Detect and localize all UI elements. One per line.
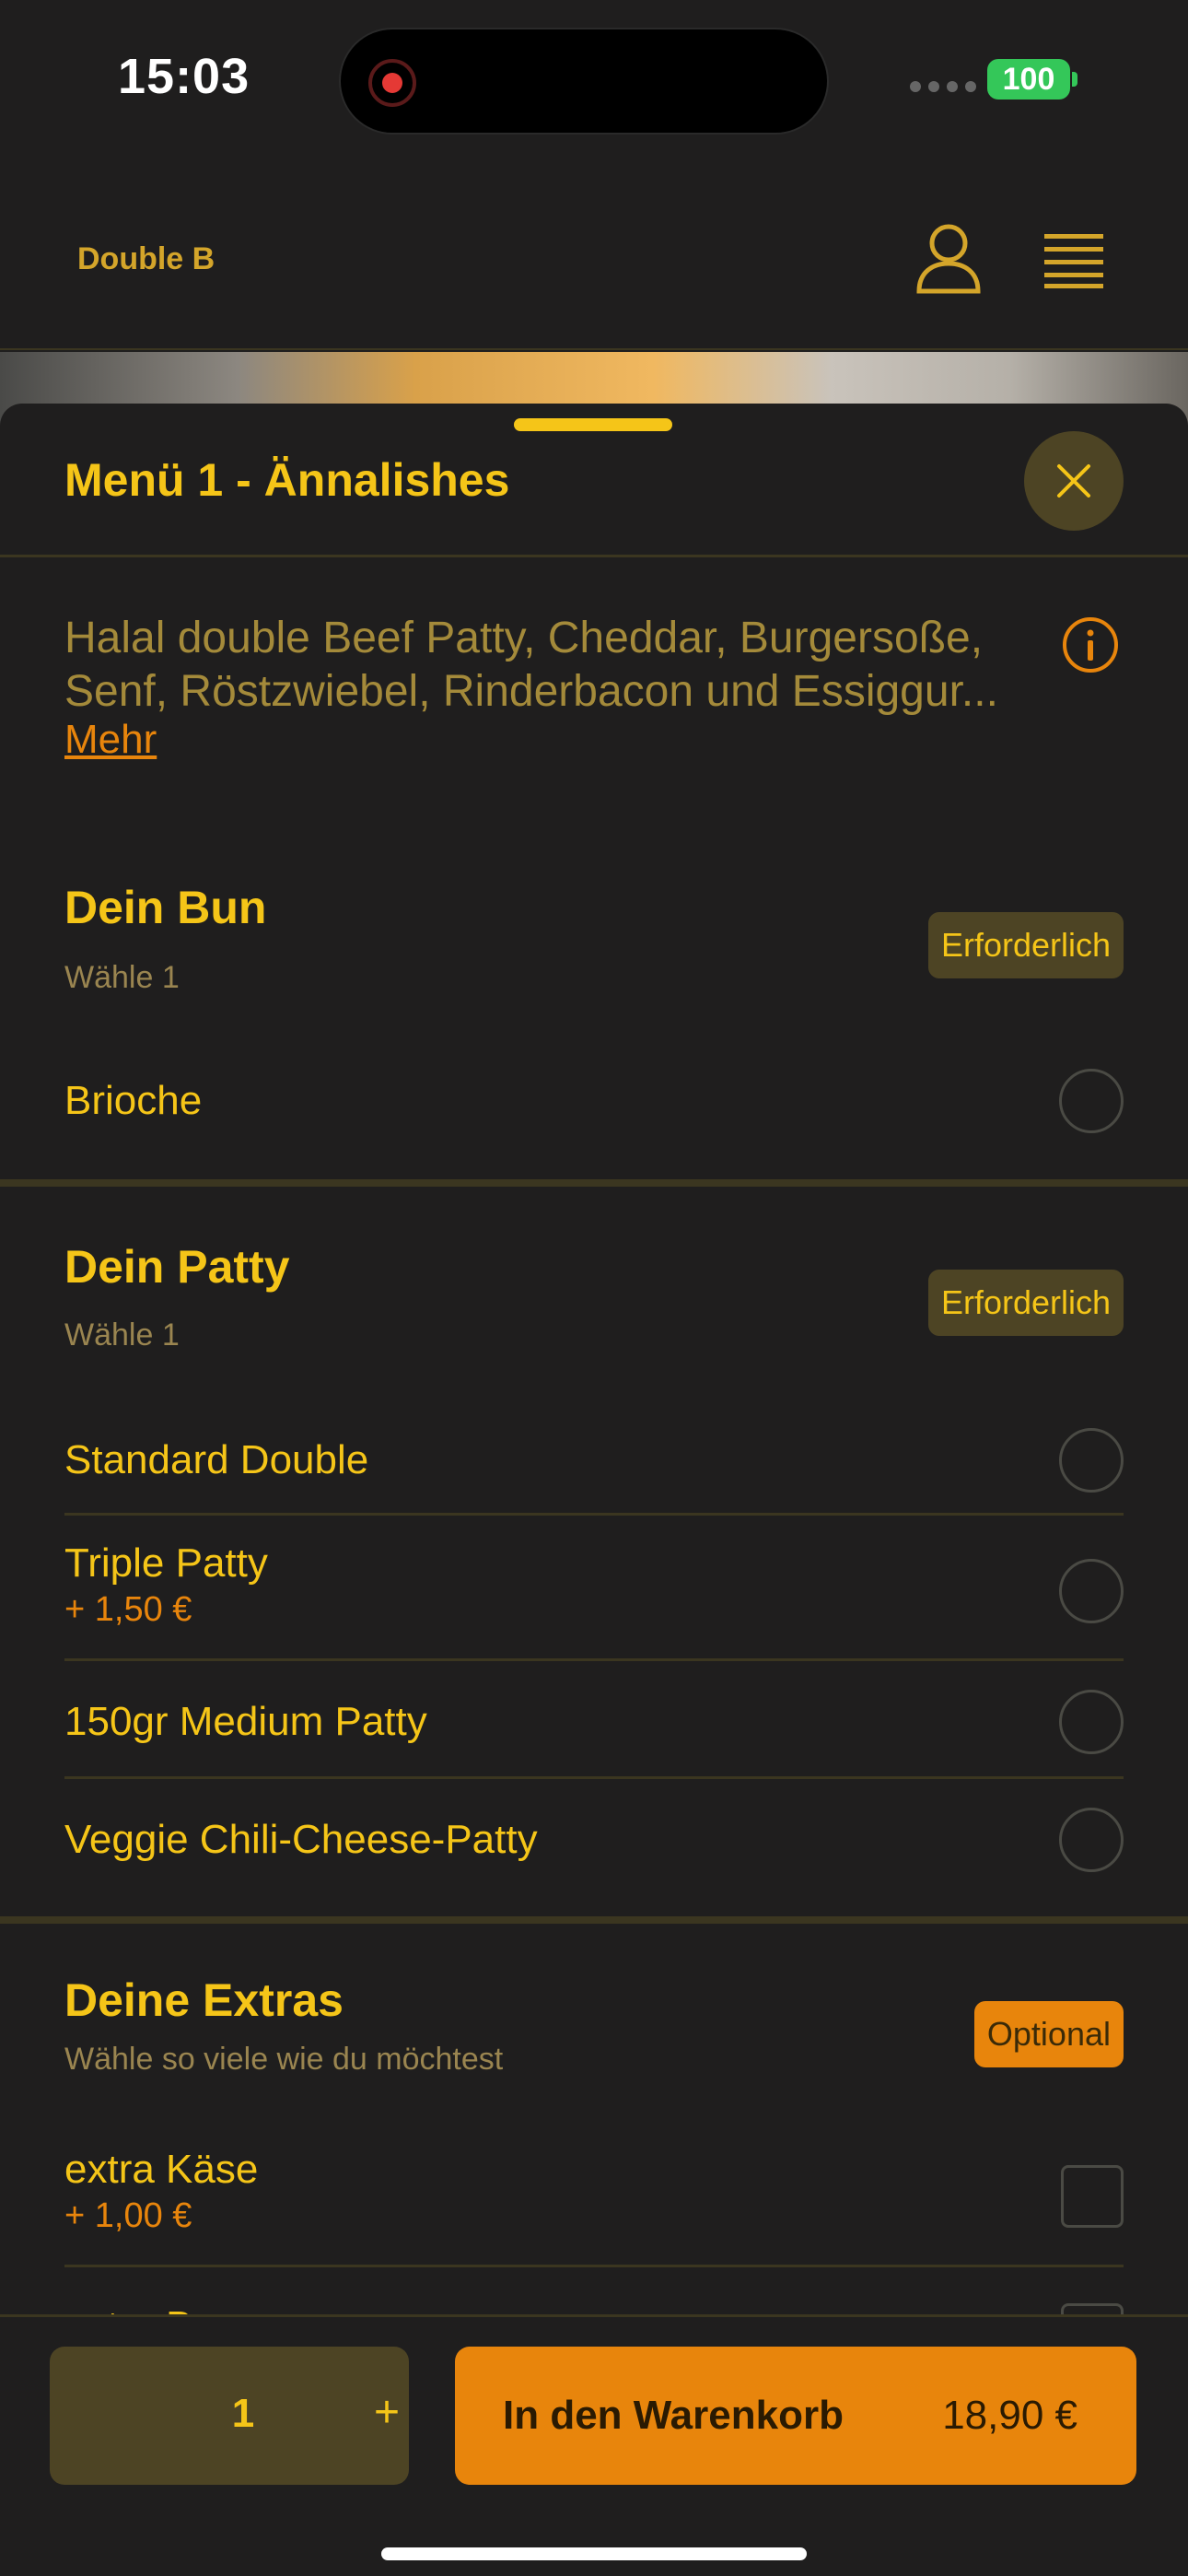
quantity-plus-button[interactable]: + [359,2387,414,2438]
status-bar: 15:03 100 [0,0,1188,157]
option-label: Triple Patty [64,1540,268,1586]
required-badge: Erforderlich [927,912,1124,978]
product-sheet: Menü 1 - Ännalishes Halal double Beef Pa… [0,404,1188,2576]
option-price: + 1,50 € [64,1590,192,1629]
info-icon[interactable] [1061,615,1120,674]
description-text: Halal double Beef Patty, Cheddar, Burger… [64,614,998,716]
cart-total: 18,90 € [942,2393,1077,2438]
option-triple-patty[interactable]: Triple Patty + 1,50 € [64,1540,1124,1642]
add-to-cart-label: In den Warenkorb [503,2393,844,2438]
sheet-title: Menü 1 - Ännalishes [64,454,510,506]
battery-tip [1072,72,1077,87]
hamburger-menu-icon[interactable] [1041,230,1107,289]
group-subtitle-patty: Wähle 1 [64,1317,180,1352]
divider [0,555,1188,557]
recording-icon [368,59,416,107]
radio-button[interactable] [1059,1559,1124,1623]
quantity-value: 1 [231,2391,255,2436]
option-label: Brioche [64,1078,203,1123]
close-button[interactable] [1024,431,1124,531]
group-subtitle-bun: Wähle 1 [64,960,180,995]
option-label: extra Käse [64,2147,259,2192]
more-link[interactable]: Mehr [64,717,157,763]
option-label: Veggie Chili-Cheese-Patty [64,1817,538,1862]
group-title-extras: Deine Extras [64,1974,344,2026]
radio-button[interactable] [1059,1808,1124,1872]
bottom-bar: 1 + In den Warenkorb 18,90 € [0,2314,1188,2576]
option-label: 150gr Medium Patty [64,1699,427,1744]
add-to-cart-button[interactable]: In den Warenkorb 18,90 € [455,2347,1136,2485]
option-price: + 1,00 € [64,2196,192,2235]
option-label: Standard Double [64,1437,369,1482]
signal-icon [910,81,976,92]
group-title-patty: Dein Patty [64,1241,290,1293]
radio-button[interactable] [1059,1428,1124,1493]
row-divider [64,1658,1124,1661]
home-indicator[interactable] [381,2547,807,2560]
group-title-bun: Dein Bun [64,882,267,933]
user-icon[interactable] [912,221,985,295]
battery-icon: 100 [987,59,1070,100]
quantity-stepper: 1 + [50,2347,409,2485]
option-brioche[interactable]: Brioche [64,1069,1124,1133]
row-divider [64,1776,1124,1779]
optional-badge: Optional [973,2001,1124,2067]
radio-button[interactable] [1059,1069,1124,1133]
dynamic-island [339,28,829,135]
option-standard-double[interactable]: Standard Double [64,1428,1124,1493]
sheet-grabber[interactable] [514,418,672,431]
group-divider [0,1179,1188,1187]
row-divider [64,2265,1124,2267]
product-description: Halal double Beef Patty, Cheddar, Burger… [64,612,1059,719]
option-veggie-chili-cheese-patty[interactable]: Veggie Chili-Cheese-Patty [64,1808,1124,1872]
brand-logo[interactable]: Double B [77,241,215,277]
required-badge: Erforderlich [927,1270,1124,1336]
option-extra-kaese[interactable]: extra Käse + 1,00 € [64,2147,1124,2248]
group-divider [0,1916,1188,1924]
status-time: 15:03 [118,49,250,104]
app-header: Double B [0,157,1188,350]
close-icon [1057,464,1090,498]
group-subtitle-extras: Wähle so viele wie du möchtest [64,2042,504,2077]
row-divider [64,1513,1124,1516]
checkbox[interactable] [1061,2165,1124,2228]
option-150gr-medium-patty[interactable]: 150gr Medium Patty [64,1690,1124,1754]
radio-button[interactable] [1059,1690,1124,1754]
